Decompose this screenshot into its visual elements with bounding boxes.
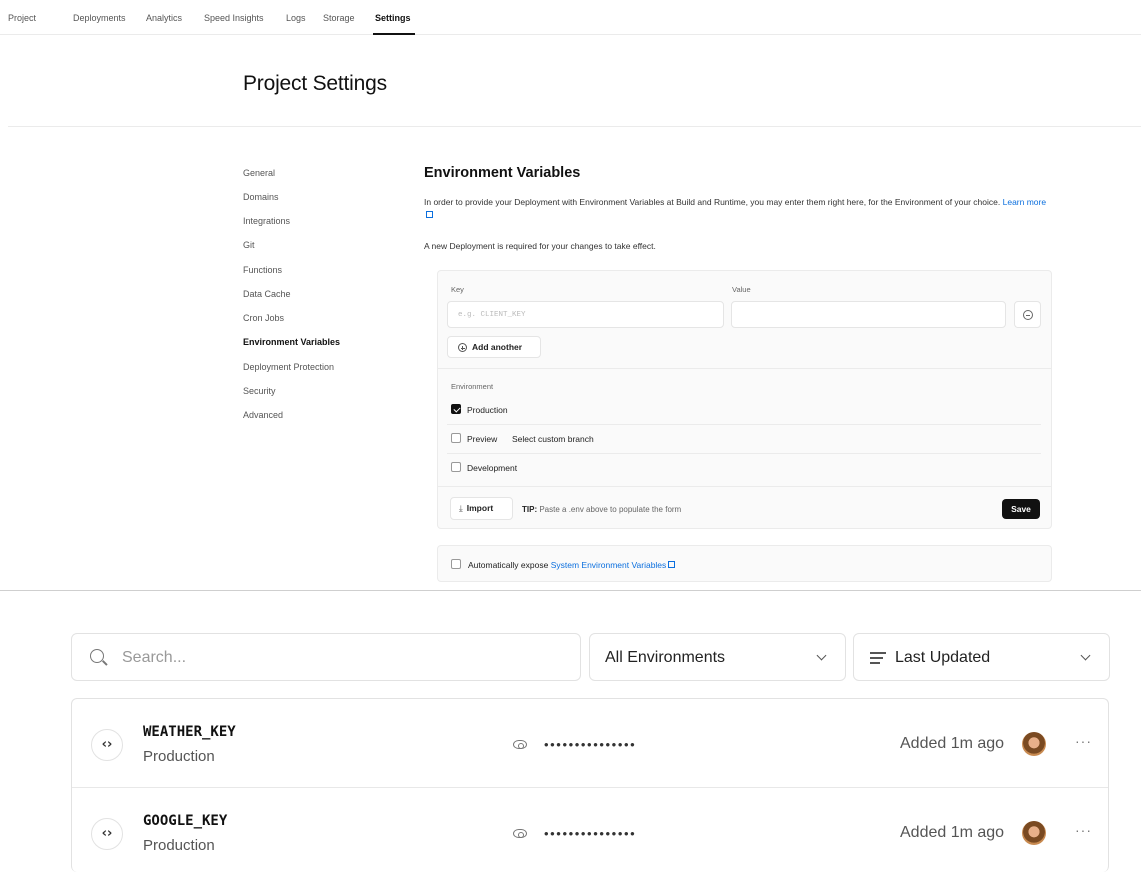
search-icon (90, 649, 104, 663)
add-variable-form: Key Value e.g. CLIENT_KEY Add another En… (437, 270, 1052, 529)
development-checkbox[interactable] (451, 462, 461, 472)
tab-settings[interactable]: Settings (375, 13, 411, 23)
more-options-icon[interactable]: ··· (1075, 822, 1092, 838)
added-time: Added 1m ago (900, 824, 1005, 841)
tab-speed-insights[interactable]: Speed Insights (204, 13, 264, 23)
production-label: Production (467, 405, 508, 415)
chevron-down-icon (1080, 650, 1091, 661)
auto-expose-label: Automatically expose System Environment … (468, 560, 676, 570)
external-link-icon (426, 211, 433, 218)
minus-circle-icon (1023, 310, 1033, 320)
remove-row-button[interactable] (1014, 301, 1041, 328)
download-icon: ⤓ (459, 503, 463, 513)
variable-name: WEATHER_KEY (143, 724, 236, 740)
divider (438, 486, 1051, 487)
sidebar-item-environment-variables[interactable]: Environment Variables (243, 337, 340, 347)
auto-expose-checkbox[interactable] (451, 559, 461, 569)
code-icon: ‹› (91, 818, 123, 850)
sidebar-item-cron-jobs[interactable]: Cron Jobs (243, 313, 284, 323)
divider (447, 453, 1041, 454)
masked-value: ••••••••••••••• (544, 737, 637, 752)
environment-label: Environment (451, 382, 494, 391)
section-title: Environment Variables (424, 165, 581, 181)
development-label: Development (467, 463, 518, 473)
environment-select-value: All Environments (605, 649, 726, 666)
auto-expose-card: Automatically expose System Environment … (437, 545, 1052, 582)
sidebar-item-deployment-protection[interactable]: Deployment Protection (243, 362, 334, 372)
sidebar-item-functions[interactable]: Functions (243, 265, 282, 275)
variable-environment: Production (143, 748, 215, 765)
value-input[interactable] (731, 301, 1006, 328)
sidebar-item-advanced[interactable]: Advanced (243, 410, 283, 420)
page-title: Project Settings (243, 72, 387, 95)
search-input[interactable]: Search... (71, 633, 581, 681)
key-input[interactable]: e.g. CLIENT_KEY (447, 301, 724, 328)
divider (447, 424, 1041, 425)
sidebar-item-domains[interactable]: Domains (243, 192, 279, 202)
list-item[interactable]: ‹› WEATHER_KEY Production ••••••••••••••… (72, 699, 1108, 788)
preview-checkbox[interactable] (451, 433, 461, 443)
auto-expose-text: Automatically expose (468, 560, 549, 570)
tab-storage[interactable]: Storage (323, 13, 355, 23)
description-text: In order to provide your Deployment with… (424, 197, 1001, 207)
sidebar-item-general[interactable]: General (243, 168, 275, 178)
active-tab-indicator (373, 33, 415, 35)
divider (8, 126, 1141, 127)
chevron-down-icon (816, 650, 827, 661)
more-options-icon[interactable]: ··· (1075, 733, 1092, 749)
added-time: Added 1m ago (900, 735, 1005, 752)
sort-select[interactable]: Last Updated (853, 633, 1110, 681)
top-nav: Project Deployments Analytics Speed Insi… (0, 0, 1141, 35)
code-icon: ‹› (91, 729, 123, 761)
redeploy-note: A new Deployment is required for your ch… (424, 241, 656, 251)
tip-label: TIP: (522, 505, 538, 514)
sidebar-item-git[interactable]: Git (243, 240, 255, 250)
key-label: Key (451, 285, 464, 294)
avatar (1022, 732, 1046, 756)
sort-icon (870, 652, 886, 664)
add-another-button[interactable]: Add another (447, 336, 541, 358)
eye-icon[interactable] (513, 740, 527, 749)
tab-analytics[interactable]: Analytics (146, 13, 182, 23)
learn-more-link[interactable]: Learn more (1003, 197, 1046, 207)
variables-list: ‹› WEATHER_KEY Production ••••••••••••••… (71, 698, 1109, 872)
preview-label: Preview (467, 434, 498, 444)
save-button[interactable]: Save (1002, 499, 1040, 519)
list-item[interactable]: ‹› GOOGLE_KEY Production •••••••••••••••… (72, 788, 1108, 872)
sort-select-value: Last Updated (895, 649, 991, 666)
avatar (1022, 821, 1046, 845)
environment-select[interactable]: All Environments (589, 633, 846, 681)
tab-logs[interactable]: Logs (286, 13, 306, 23)
tab-deployments[interactable]: Deployments (73, 13, 126, 23)
tip-body: Paste a .env above to populate the form (539, 505, 682, 514)
import-button[interactable]: ⤓ Import (450, 497, 513, 520)
import-label: Import (466, 503, 494, 513)
add-another-label: Add another (472, 342, 523, 352)
sidebar-item-data-cache[interactable]: Data Cache (243, 289, 291, 299)
value-label: Value (732, 285, 751, 294)
tip-text: TIP: Paste a .env above to populate the … (522, 505, 681, 514)
production-checkbox[interactable] (451, 404, 461, 414)
variable-name: GOOGLE_KEY (143, 813, 228, 829)
variable-environment: Production (143, 837, 215, 854)
divider (0, 590, 1141, 591)
sidebar-item-integrations[interactable]: Integrations (243, 216, 290, 226)
external-link-icon (668, 561, 676, 568)
search-placeholder: Search... (122, 649, 187, 666)
divider (438, 368, 1051, 369)
section-description: In order to provide your Deployment with… (424, 196, 1054, 222)
plus-circle-icon (458, 343, 467, 353)
masked-value: ••••••••••••••• (544, 826, 637, 841)
eye-icon[interactable] (513, 829, 527, 838)
system-env-vars-link[interactable]: System Environment Variables (551, 560, 667, 570)
tab-project[interactable]: Project (8, 13, 36, 23)
select-custom-branch-link[interactable]: Select custom branch (512, 434, 594, 444)
sidebar-item-security[interactable]: Security (243, 386, 276, 396)
